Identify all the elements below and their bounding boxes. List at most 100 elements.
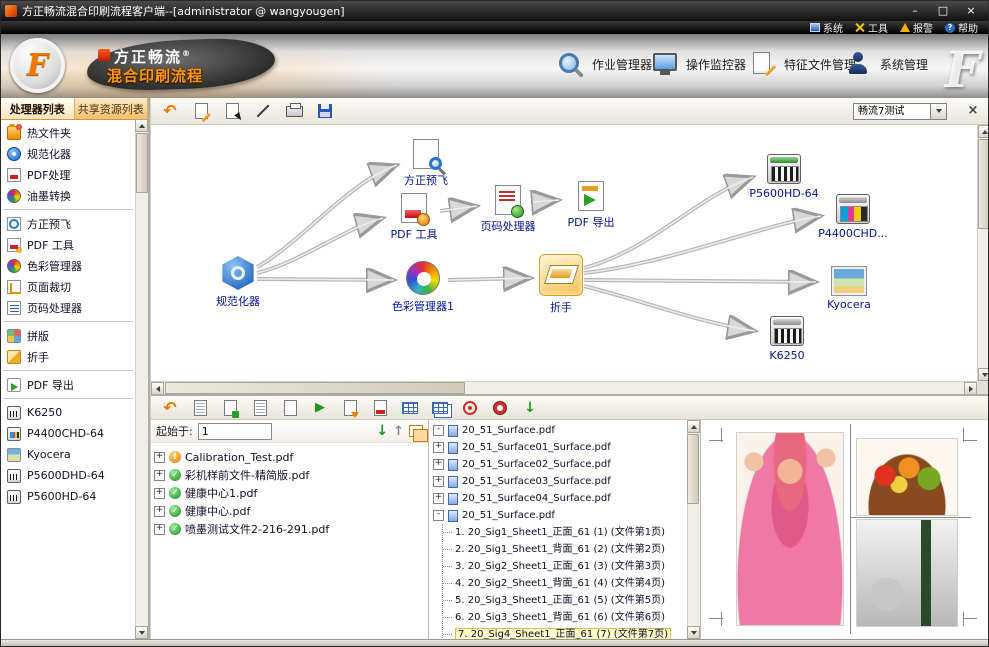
open-job-button[interactable] xyxy=(219,397,241,418)
surface-row[interactable]: + 20_51_Surface01_Surface.pdf xyxy=(433,439,687,456)
page-row-selected[interactable]: 7. 20_Sig4_Sheet1_正面_61 (7) (文件第7页) xyxy=(443,626,687,639)
expand-toggle[interactable]: + xyxy=(433,442,444,453)
expand-toggle[interactable]: + xyxy=(433,459,444,470)
canvas-vertical-scrollbar[interactable] xyxy=(977,125,989,381)
job-info-button[interactable] xyxy=(279,397,301,418)
file-row[interactable]: + ✓ 彩机样前文件-精简版.pdf xyxy=(154,466,425,484)
file-row[interactable]: + ✓ 健康中心.pdf xyxy=(154,502,425,520)
tab-shared-resources[interactable]: 共享资源列表 xyxy=(75,98,149,119)
sidebar-item-color-manager[interactable]: 色彩管理器 xyxy=(1,255,135,276)
start-page-input[interactable] xyxy=(198,423,272,440)
menu-system[interactable]: 系统 xyxy=(810,20,843,35)
file-row[interactable]: + ✓ 喷墨测试文件2-216-291.pdf xyxy=(154,520,425,538)
scroll-up-button[interactable] xyxy=(135,119,148,132)
node-pdf-export[interactable]: PDF 导出 xyxy=(553,179,629,230)
page-row[interactable]: 6. 20_Sig3_Sheet1_背面_61 (6) (文件第6页) xyxy=(443,609,687,626)
surface-row[interactable]: + 20_51_Surface02_Surface.pdf xyxy=(433,456,687,473)
file-row[interactable]: + ! Calibration_Test.pdf xyxy=(154,448,425,466)
sidebar-item-impose[interactable]: 拼版 xyxy=(1,325,135,346)
table-view-button[interactable] xyxy=(399,397,421,418)
scroll-up-button[interactable] xyxy=(687,420,700,433)
sidebar-item-page-crop[interactable]: 页面裁切 xyxy=(1,276,135,297)
sidebar-scrollbar[interactable] xyxy=(135,119,148,639)
sidebar-item-normalizer[interactable]: 规范化器 xyxy=(1,143,135,164)
new-job-button[interactable] xyxy=(189,397,211,418)
export-job-button[interactable] xyxy=(339,397,361,418)
menu-tools[interactable]: 工具 xyxy=(855,20,888,35)
workflow-combo-dropdown-button[interactable] xyxy=(931,103,947,120)
node-pdf-tool[interactable]: PDF 工具 xyxy=(376,191,452,242)
profile-manager-button[interactable]: 特征文件管理 xyxy=(749,51,856,77)
expand-toggle[interactable]: + xyxy=(154,524,165,535)
file-row[interactable]: + ✓ 健康中心1.pdf xyxy=(154,484,425,502)
select-tool-button[interactable] xyxy=(221,101,243,122)
sidebar-item-p5600hd[interactable]: P5600HD-64 xyxy=(1,486,135,507)
surface-row[interactable]: + 20_51_Surface04_Surface.pdf xyxy=(433,490,687,507)
expand-toggle[interactable]: + xyxy=(154,488,165,499)
page-row[interactable]: 1. 20_Sig1_Sheet1_正面_61 (1) (文件第1页) xyxy=(443,524,687,541)
link-tool-button[interactable] xyxy=(252,101,274,122)
table-compare-button[interactable] xyxy=(429,397,451,418)
surface-row[interactable]: - 20_51_Surface.pdf xyxy=(433,507,687,524)
scroll-down-button[interactable] xyxy=(978,368,989,381)
page-row[interactable]: 2. 20_Sig1_Sheet1_背面_61 (2) (文件第2页) xyxy=(443,541,687,558)
sidebar-item-kyocera[interactable]: Kyocera xyxy=(1,444,135,465)
sidebar-item-p5600dhd[interactable]: P5600DHD-64 xyxy=(1,465,135,486)
node-preflight[interactable]: 方正预飞 xyxy=(388,137,464,188)
scrollbar-thumb[interactable] xyxy=(687,434,699,504)
workflow-combo-value[interactable]: 畅流7测试 xyxy=(853,103,931,120)
node-color-manager[interactable]: 色彩管理器1 xyxy=(385,261,461,314)
expand-toggle[interactable]: - xyxy=(433,510,444,521)
page-row[interactable]: 3. 20_Sig2_Sheet1_正面_61 (3) (文件第3页) xyxy=(443,558,687,575)
expand-toggle[interactable]: + xyxy=(154,470,165,481)
scrollbar-thumb[interactable] xyxy=(978,139,989,229)
workflow-close-button[interactable]: × xyxy=(964,103,982,120)
operation-monitor-button[interactable]: 操作监控器 xyxy=(651,51,746,77)
surface-row[interactable]: + 20_51_Surface03_Surface.pdf xyxy=(433,473,687,490)
tab-processor-list[interactable]: 处理器列表 xyxy=(1,98,75,119)
workflow-canvas[interactable]: 规范化器 方正预飞 PDF 工具 页码处理器 PDF 导出 色彩管理器1 折手 xyxy=(151,125,977,381)
expand-toggle[interactable]: + xyxy=(433,493,444,504)
canvas-horizontal-scrollbar[interactable] xyxy=(151,381,977,394)
download-button[interactable]: ↓ xyxy=(519,397,541,418)
sidebar-item-page-number[interactable]: 页码处理器 xyxy=(1,297,135,318)
sidebar-item-pdf-export[interactable]: PDF 导出 xyxy=(1,374,135,395)
surface-row[interactable]: - 20_51_Surface.pdf xyxy=(433,422,687,439)
maximize-button[interactable]: □ xyxy=(930,3,956,19)
system-manager-button[interactable]: 系统管理 xyxy=(845,51,928,77)
pdf-report-button[interactable] xyxy=(369,397,391,418)
undo-button[interactable]: ↶ xyxy=(159,101,181,122)
record-button[interactable] xyxy=(489,397,511,418)
sidebar-item-k6250[interactable]: K6250 xyxy=(1,402,135,423)
close-button[interactable]: × xyxy=(958,3,984,19)
sidebar-item-fold[interactable]: 折手 xyxy=(1,346,135,367)
pages-icon[interactable] xyxy=(409,425,423,437)
scrollbar-thumb[interactable] xyxy=(165,382,465,394)
save-workflow-button[interactable] xyxy=(314,101,336,122)
expand-toggle[interactable]: + xyxy=(154,452,165,463)
scroll-up-button[interactable] xyxy=(978,125,989,138)
node-normalizer[interactable]: 规范化器 xyxy=(200,256,276,309)
minimize-button[interactable]: – xyxy=(902,3,928,19)
page-row[interactable]: 4. 20_Sig2_Sheet1_背面_61 (4) (文件第4页) xyxy=(443,575,687,592)
move-up-icon[interactable]: ↑ xyxy=(393,425,404,438)
menu-help[interactable]: ? 帮助 xyxy=(945,20,978,35)
view-job-button[interactable] xyxy=(249,397,271,418)
undo-button[interactable]: ↶ xyxy=(159,397,181,418)
node-page-number[interactable]: 页码处理器 xyxy=(470,183,546,234)
sidebar-item-hot-folder[interactable]: 热文件夹 xyxy=(1,122,135,143)
start-job-button[interactable]: ▶ xyxy=(309,397,331,418)
sidebar-item-ink-convert[interactable]: 油墨转换 xyxy=(1,185,135,206)
scroll-down-button[interactable] xyxy=(687,626,700,639)
print-button[interactable] xyxy=(283,101,305,122)
expand-toggle[interactable]: + xyxy=(154,506,165,517)
job-manager-button[interactable]: 作业管理器 xyxy=(557,51,652,77)
node-p5600hd[interactable]: P5600HD-64 xyxy=(746,152,822,200)
sidebar-item-preflight[interactable]: 方正预飞 xyxy=(1,213,135,234)
menu-alarm[interactable]: 报警 xyxy=(900,20,933,35)
new-workflow-button[interactable] xyxy=(190,101,212,122)
node-fold[interactable]: 折手 xyxy=(523,254,599,315)
expand-toggle[interactable]: + xyxy=(433,476,444,487)
page-row[interactable]: 5. 20_Sig3_Sheet1_正面_61 (5) (文件第5页) xyxy=(443,592,687,609)
node-k6250[interactable]: K6250 xyxy=(749,314,825,362)
